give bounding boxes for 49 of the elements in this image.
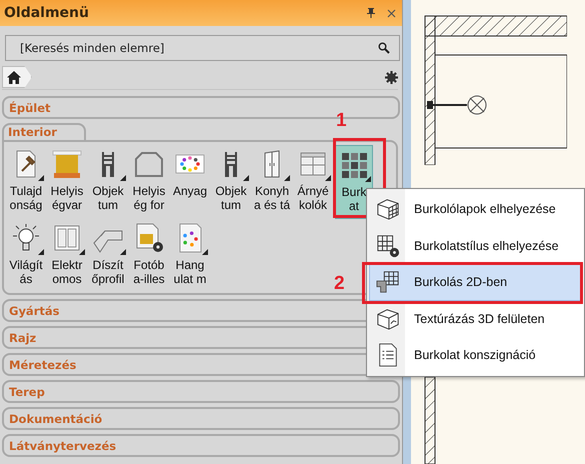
light-bulb-icon [11,223,41,253]
switch-icon [52,223,82,253]
tool-label: Fotób a-illes [133,258,165,286]
tile-grid-icon [339,150,369,180]
tool-label: Hang ulat m [174,258,206,286]
menu-item[interactable]: Burkolatstílus elhelyezése [369,228,582,264]
grid-corner-icon [376,270,400,294]
room-outline-icon [134,149,164,179]
tool-label: Helyis ég for [132,184,166,212]
tool-button[interactable]: Konyh a és tá [253,145,291,219]
tool-button[interactable]: Elektr omos [48,219,86,293]
home-icon [7,70,21,84]
tool-button[interactable]: Anyag [171,145,209,219]
fireplace-icon [52,149,82,179]
picture-gear-icon [134,223,164,253]
tool-button[interactable]: Helyis égvar [48,145,86,219]
menu-item[interactable]: Burkolás 2D-ben [369,264,582,300]
tool-label: Helyis égvar [50,184,84,212]
tool-label: Objek tum [92,184,124,212]
step-number: 2 [334,273,345,295]
tool-label: Díszít őprofil [92,258,124,286]
tool-label: Árnyé kolók [297,184,329,212]
tool-label: Világít ás [9,258,43,286]
tool-button[interactable]: Tulajd onság [7,145,45,219]
tool-button[interactable]: Díszít őprofil [89,219,127,293]
tool-button[interactable]: Árnyé kolók [294,145,332,219]
tool-button[interactable]: Világít ás [7,219,45,293]
search-icon[interactable] [378,42,390,54]
tool-button[interactable]: Hang ulat m [171,219,209,293]
grid-gear-icon [376,234,400,258]
tool-label: Objek tum [215,184,247,212]
cube-icon [376,306,400,331]
tool-button[interactable]: Helyis ég for [130,145,168,219]
tool-button[interactable]: Objek tum [212,145,250,219]
cube-grid-icon [376,197,400,222]
tool-label: Tulajd onság [10,184,42,212]
pin-icon[interactable] [367,8,375,18]
document-list-icon [376,343,400,368]
tool-label: Konyh a és tá [254,184,290,212]
tool-label: Burk at [342,185,366,213]
close-icon[interactable] [387,8,396,18]
home-button[interactable] [2,66,32,88]
tool-button[interactable]: Fotób a-illes [130,219,168,293]
search-field[interactable]: [Keresés minden elemre] [5,35,400,61]
tool-label: Anyag [172,184,208,198]
panel-title: Oldalmenü [4,5,90,21]
tool-label: Elektr omos [52,258,82,286]
tool-button[interactable]: Objek tum [89,145,127,219]
settings-icon[interactable] [385,70,398,84]
